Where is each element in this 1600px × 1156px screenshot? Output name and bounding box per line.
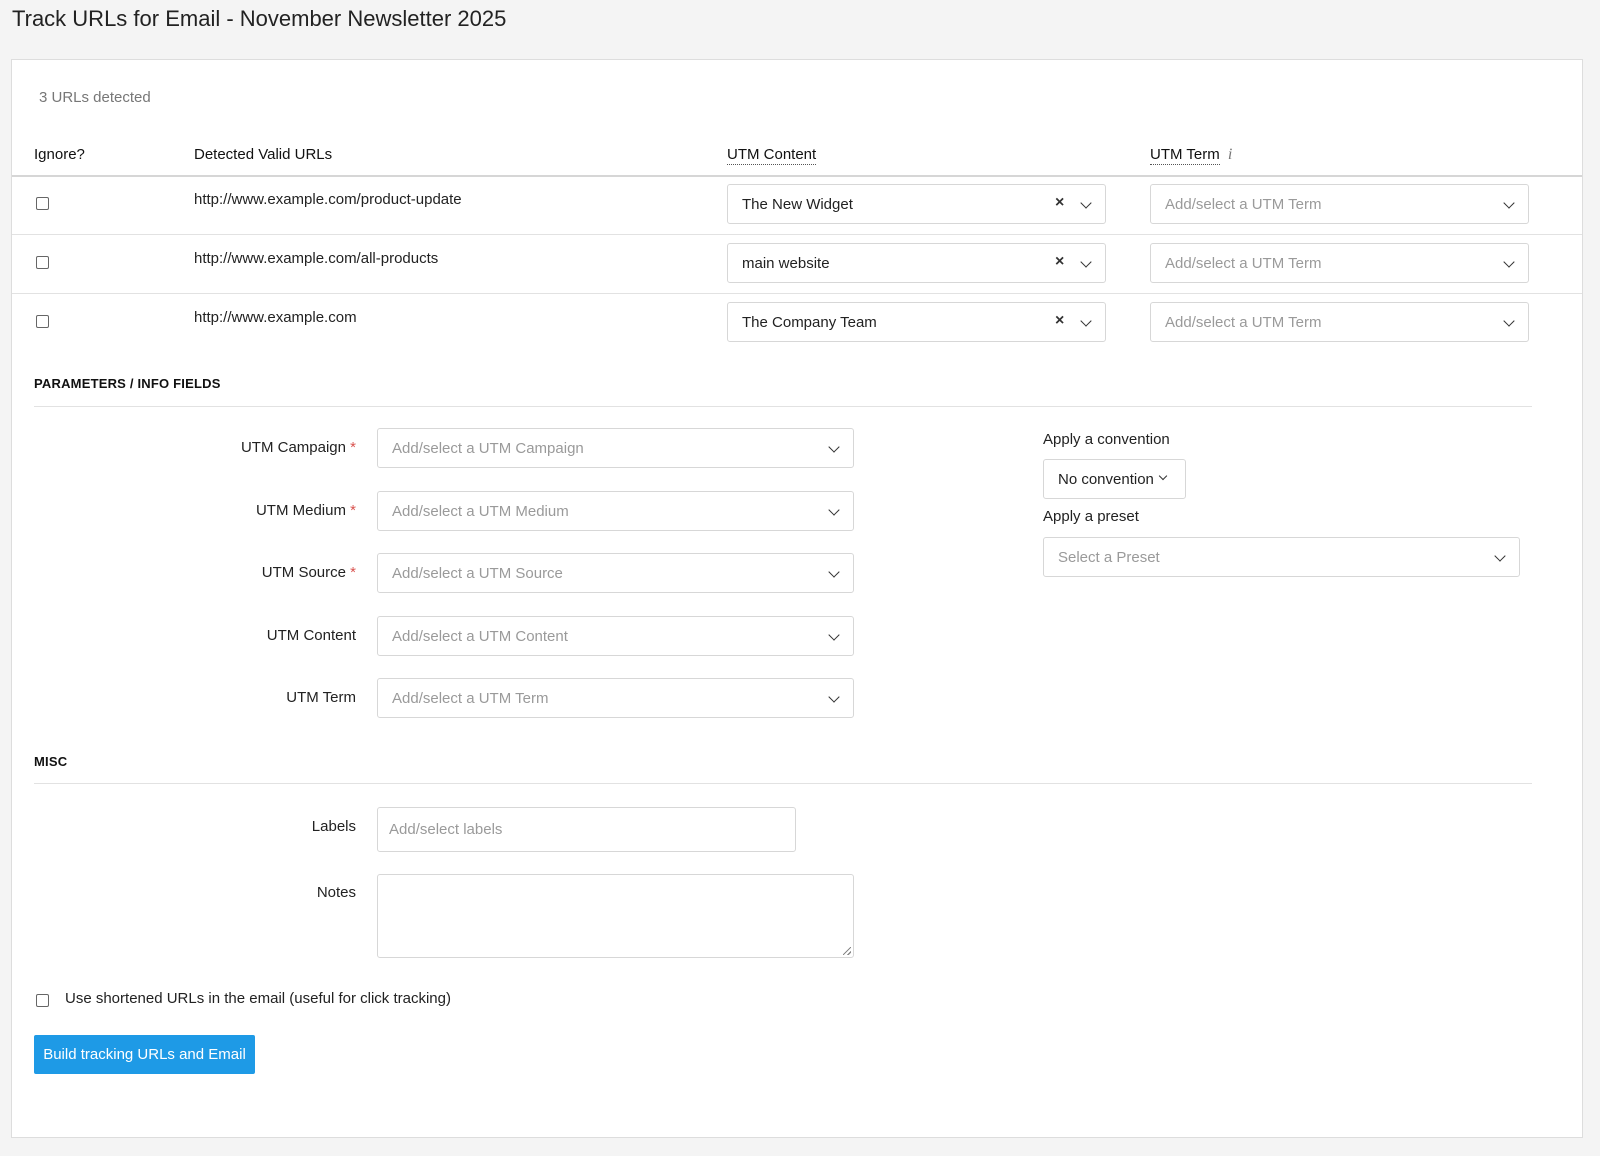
utm-term-select-row-2[interactable]: Add/select a UTM Term [1150, 243, 1529, 283]
required-marker: * [350, 564, 356, 581]
utm-medium-placeholder: Add/select a UTM Medium [392, 503, 569, 520]
utm-content-select-row-1[interactable]: The New Widget × [727, 184, 1106, 224]
utm-term-label: UTM Term [286, 689, 356, 706]
header-utm-term: UTM Term i [1150, 146, 1232, 165]
chevron-down-icon[interactable] [828, 629, 840, 641]
utm-content-label: UTM Content [266, 627, 356, 644]
detected-url-row-1: http://www.example.com/product-update [194, 191, 462, 208]
utm-campaign-placeholder: Add/select a UTM Campaign [392, 440, 584, 457]
utm-content-select[interactable]: Add/select a UTM Content [377, 616, 854, 656]
preset-placeholder: Select a Preset [1058, 549, 1160, 566]
notes-textarea[interactable] [377, 874, 854, 958]
shortened-urls-checkbox[interactable] [36, 994, 49, 1007]
chevron-down-icon[interactable] [1494, 550, 1506, 562]
shortened-urls-label: Use shortened URLs in the email (useful … [65, 990, 451, 1007]
notes-label: Notes [316, 884, 356, 901]
required-marker: * [350, 502, 356, 519]
utm-content-select-row-2[interactable]: main website × [727, 243, 1106, 283]
utm-content-value-row-2: main website [742, 255, 830, 272]
utm-term-placeholder: Add/select a UTM Term [392, 690, 549, 707]
chevron-down-icon[interactable] [1080, 256, 1092, 268]
detected-url-row-2: http://www.example.com/all-products [194, 250, 439, 267]
build-tracking-button[interactable]: Build tracking URLs and Email [34, 1035, 255, 1074]
preset-label: Apply a preset [1043, 508, 1139, 525]
chevron-down-icon[interactable] [1503, 197, 1515, 209]
chevron-down-icon[interactable] [828, 566, 840, 578]
utm-term-placeholder-row-1: Add/select a UTM Term [1165, 196, 1322, 213]
header-ignore: Ignore? [34, 146, 85, 163]
chevron-down-icon[interactable] [828, 441, 840, 453]
utm-source-placeholder: Add/select a UTM Source [392, 565, 563, 582]
resize-grip-icon[interactable] [843, 947, 851, 955]
utm-content-value-row-1: The New Widget [742, 196, 853, 213]
labels-input[interactable]: Add/select labels [377, 807, 796, 852]
utm-term-placeholder-row-3: Add/select a UTM Term [1165, 314, 1322, 331]
detected-url-row-3: http://www.example.com [194, 309, 357, 326]
utm-term-select-row-3[interactable]: Add/select a UTM Term [1150, 302, 1529, 342]
convention-label: Apply a convention [1043, 431, 1170, 448]
labels-label: Labels [311, 818, 356, 835]
header-utm-term-label: UTM Term [1150, 146, 1220, 165]
chevron-down-icon[interactable] [1080, 315, 1092, 327]
utm-term-placeholder-row-2: Add/select a UTM Term [1165, 255, 1322, 272]
chevron-down-icon[interactable] [1080, 197, 1092, 209]
utm-source-select[interactable]: Add/select a UTM Source [377, 553, 854, 593]
convention-select[interactable]: No convention [1043, 459, 1186, 499]
chevron-down-icon[interactable] [1503, 315, 1515, 327]
utm-term-select-row-1[interactable]: Add/select a UTM Term [1150, 184, 1529, 224]
convention-value: No convention [1058, 471, 1154, 488]
chevron-down-icon[interactable] [1503, 256, 1515, 268]
utm-term-select[interactable]: Add/select a UTM Term [377, 678, 854, 718]
clear-x-icon[interactable]: × [1055, 194, 1064, 212]
utm-content-value-row-3: The Company Team [742, 314, 877, 331]
clear-x-icon[interactable]: × [1055, 312, 1064, 330]
header-detected-urls: Detected Valid URLs [194, 146, 333, 163]
utm-campaign-select[interactable]: Add/select a UTM Campaign [377, 428, 854, 468]
page-title: Track URLs for Email - November Newslett… [12, 6, 507, 31]
ignore-checkbox-row-3[interactable] [36, 315, 49, 328]
clear-x-icon[interactable]: × [1055, 253, 1064, 271]
utm-medium-label: UTM Medium * [255, 502, 356, 519]
labels-placeholder: Add/select labels [389, 821, 503, 838]
urls-detected-count: 3 URLs detected [39, 89, 151, 106]
utm-content-placeholder: Add/select a UTM Content [392, 628, 568, 645]
ignore-checkbox-row-2[interactable] [36, 256, 49, 269]
header-utm-content: UTM Content [727, 146, 817, 165]
info-icon[interactable]: i [1228, 146, 1232, 163]
utm-source-label: UTM Source * [261, 564, 356, 581]
required-marker: * [350, 439, 356, 456]
chevron-down-icon[interactable] [828, 691, 840, 703]
chevron-down-icon[interactable] [1158, 471, 1168, 481]
misc-section-title: MISC [34, 754, 68, 769]
utm-campaign-label: UTM Campaign * [240, 439, 356, 456]
utm-content-select-row-3[interactable]: The Company Team × [727, 302, 1106, 342]
preset-select[interactable]: Select a Preset [1043, 537, 1520, 577]
chevron-down-icon[interactable] [828, 504, 840, 516]
utm-medium-select[interactable]: Add/select a UTM Medium [377, 491, 854, 531]
main-card: 3 URLs detected Ignore? Detected Valid U… [11, 59, 1583, 1138]
ignore-checkbox-row-1[interactable] [36, 197, 49, 210]
parameters-section-title: PARAMETERS / INFO FIELDS [34, 376, 221, 391]
